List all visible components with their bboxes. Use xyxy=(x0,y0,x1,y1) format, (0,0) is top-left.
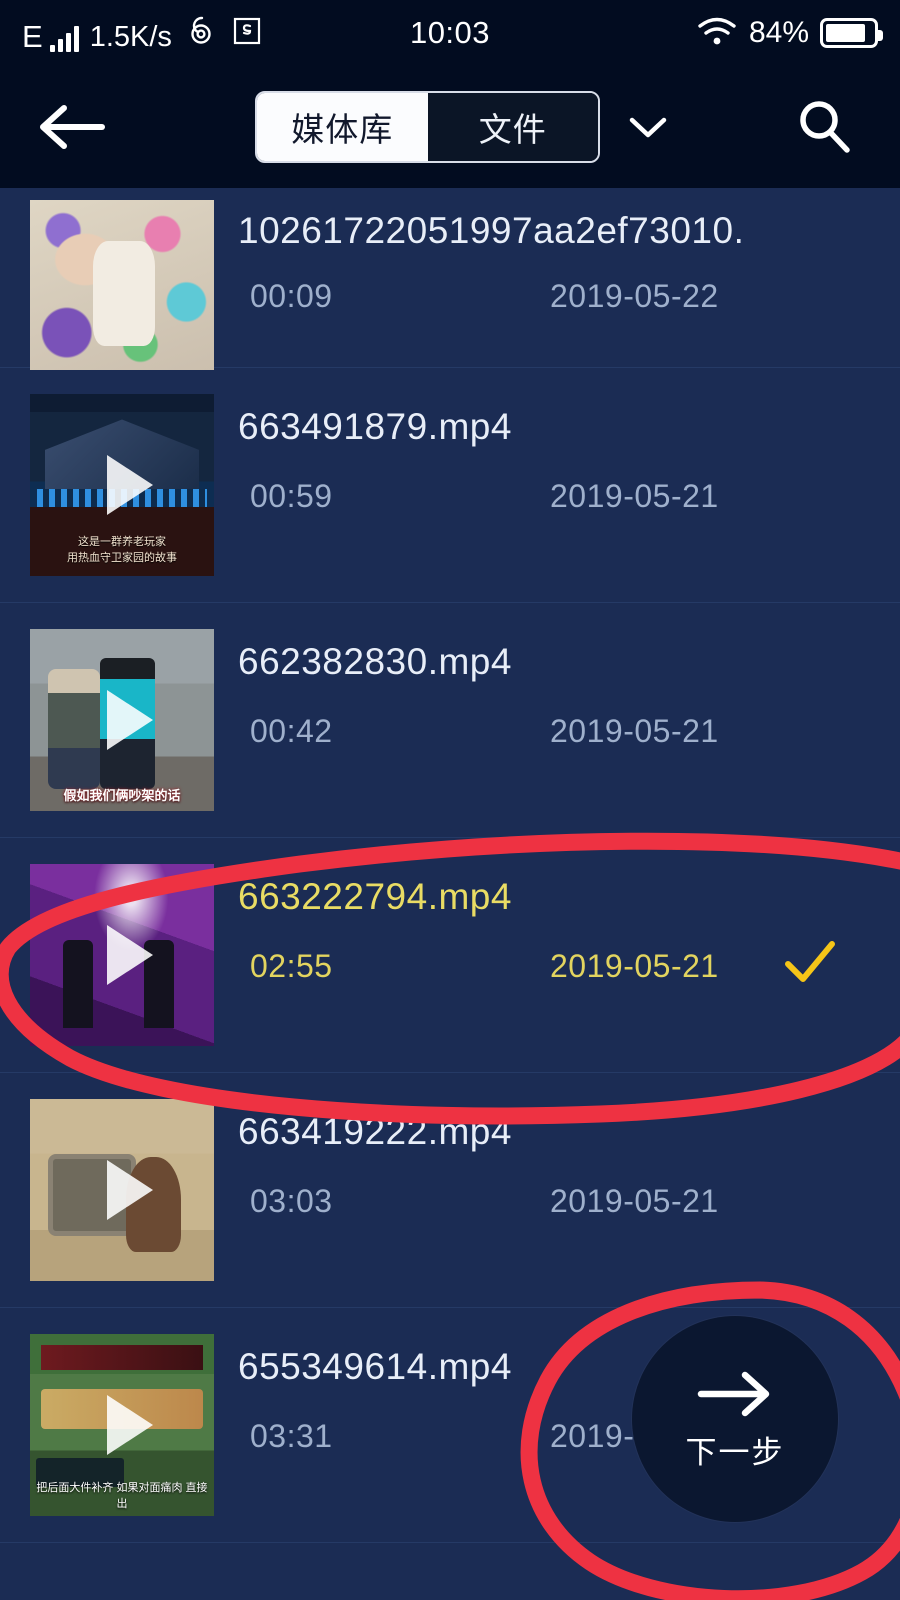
play-icon xyxy=(107,455,153,515)
video-date: 2019-05-21 xyxy=(550,478,719,514)
data-speed-label: 1.5K/s xyxy=(89,20,172,53)
tab-files[interactable]: 文件 xyxy=(427,93,598,161)
network-type-label: E xyxy=(22,18,43,54)
library-file-segmented-control[interactable]: 媒体库 文件 xyxy=(255,91,600,163)
tab-media-library-label: 媒体库 xyxy=(291,111,394,148)
video-filename: 663491879.mp4 xyxy=(238,406,512,447)
battery-percent-label: 84% xyxy=(748,16,809,49)
battery-icon xyxy=(820,18,883,48)
video-date: 2019-05-22 xyxy=(550,278,719,314)
video-duration: 00:09 xyxy=(250,278,333,314)
arrow-right-icon xyxy=(697,1371,770,1416)
play-icon xyxy=(107,1160,153,1220)
search-button[interactable] xyxy=(788,91,860,163)
thumbnail-subtitle: 把后面大件补齐 如果对面痛肉 直接出 xyxy=(36,1481,208,1510)
video-date: 2019-05-21 xyxy=(550,713,719,749)
play-icon xyxy=(107,925,153,985)
video-thumbnail[interactable] xyxy=(30,200,214,370)
video-meta: 663491879.mp4 00:59 2019-05-21 xyxy=(238,368,900,602)
next-step-button[interactable]: 下一步 xyxy=(632,1316,838,1522)
video-thumbnail[interactable]: 假如我们俩吵架的话 xyxy=(30,629,214,811)
clock-label: 10:03 xyxy=(409,15,491,50)
video-date: 2019-05-21 xyxy=(550,1183,719,1219)
video-filename: 663419222.mp4 xyxy=(238,1111,512,1152)
chevron-down-icon xyxy=(629,117,667,138)
video-meta: 662382830.mp4 00:42 2019-05-21 xyxy=(238,603,900,837)
thumbnail-subtitle: 假如我们俩吵架的话 xyxy=(63,787,181,803)
app-screen: E 1.5K/s 10:03 84% 媒体库 文件 10261722051997… xyxy=(0,0,900,1600)
thumbnail-subtitle: 这是一群养老玩家 用热血守卫家园的故事 xyxy=(66,536,177,564)
tab-media-library[interactable]: 媒体库 xyxy=(257,93,428,161)
video-duration: 03:31 xyxy=(250,1418,333,1454)
video-filename: 662382830.mp4 xyxy=(238,641,512,682)
tab-files-label: 文件 xyxy=(478,111,547,148)
dropdown-button[interactable] xyxy=(616,95,680,159)
table-row[interactable]: 663419222.mp4 03:03 2019-05-21 xyxy=(0,1073,900,1308)
status-bar-left: E 1.5K/s xyxy=(22,15,262,52)
video-filename: 10261722051997aa2ef73010. xyxy=(238,210,745,251)
video-duration: 02:55 xyxy=(250,948,333,984)
video-duration: 00:42 xyxy=(250,713,333,749)
video-meta: 10261722051997aa2ef73010. 00:09 2019-05-… xyxy=(238,188,900,367)
play-icon xyxy=(107,1395,153,1455)
selected-check-icon xyxy=(782,934,838,990)
video-filename: 655349614.mp4 xyxy=(238,1346,512,1387)
next-step-label: 下一步 xyxy=(685,1434,785,1470)
status-bar: E 1.5K/s 10:03 84% xyxy=(0,0,900,66)
wifi-icon xyxy=(696,15,738,52)
table-row[interactable]: 这是一群养老玩家 用热血守卫家园的故事 663491879.mp4 00:59 2… xyxy=(0,368,900,603)
video-duration: 00:59 xyxy=(250,478,333,514)
video-thumbnail[interactable]: 这是一群养老玩家 用热血守卫家园的故事 xyxy=(30,394,214,576)
table-row[interactable]: 10261722051997aa2ef73010. 00:09 2019-05-… xyxy=(0,188,900,370)
netease-music-icon xyxy=(186,15,218,52)
arrow-left-icon xyxy=(40,105,105,149)
s-box-icon xyxy=(232,15,262,52)
video-thumbnail[interactable]: 把后面大件补齐 如果对面痛肉 直接出 xyxy=(30,1334,214,1516)
video-duration: 03:03 xyxy=(250,1183,333,1219)
status-bar-right: 84% xyxy=(696,15,883,52)
table-row[interactable]: 假如我们俩吵架的话 662382830.mp4 00:42 2019-05-21 xyxy=(0,603,900,838)
video-thumbnail[interactable] xyxy=(30,864,214,1046)
video-date: 2019-05-21 xyxy=(550,948,719,984)
video-filename: 663222794.mp4 xyxy=(238,876,512,917)
search-icon xyxy=(800,101,850,153)
play-icon xyxy=(107,690,153,750)
app-header: 媒体库 文件 xyxy=(0,66,900,188)
back-button[interactable] xyxy=(34,92,108,162)
video-thumbnail[interactable] xyxy=(30,1099,214,1281)
video-meta: 663419222.mp4 03:03 2019-05-21 xyxy=(238,1073,900,1307)
table-row-selected[interactable]: 663222794.mp4 02:55 2019-05-21 xyxy=(0,838,900,1073)
signal-bars-icon xyxy=(49,25,79,52)
